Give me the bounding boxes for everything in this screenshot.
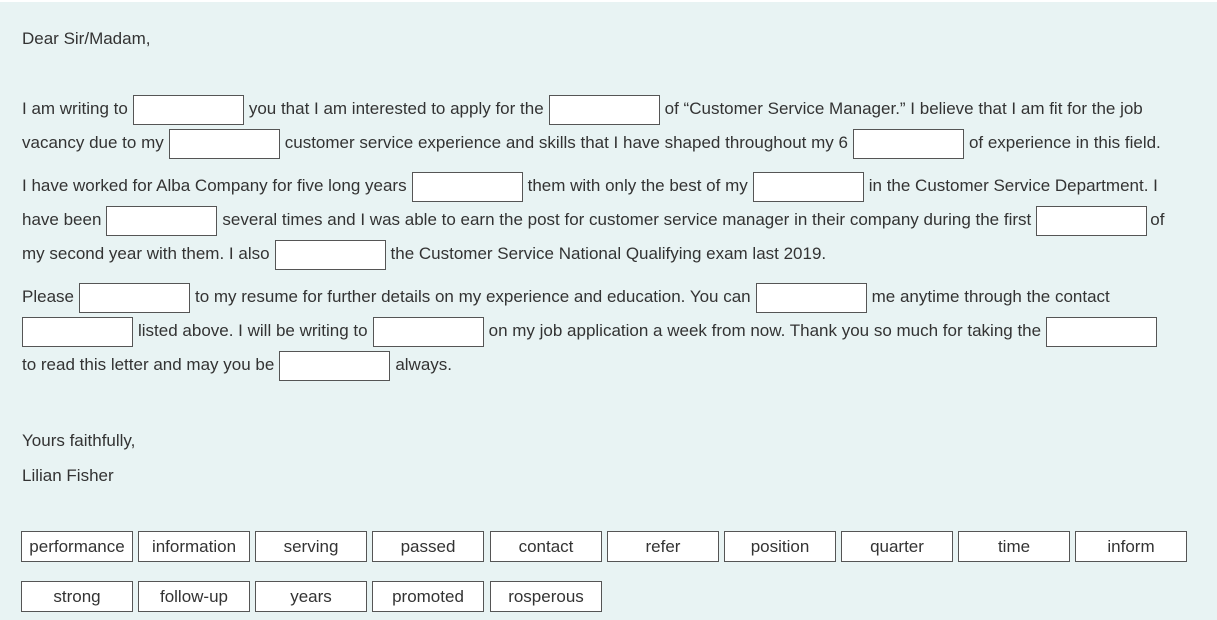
word-chip-rosperous[interactable]: rosperous	[490, 581, 602, 612]
text-segment: in the Customer Service Department. I	[868, 176, 1158, 195]
blank-1[interactable]	[132, 94, 244, 125]
word-chip-refer[interactable]: refer	[607, 531, 719, 562]
paragraph-1-line-2: vacancy due to my customer service experi…	[22, 127, 1161, 159]
text-segment: you that I am interested to apply for th…	[248, 99, 544, 118]
paragraph-2-line-1: I have worked for Alba Company for five …	[22, 170, 1158, 202]
word-chip-inform[interactable]: inform	[1075, 531, 1187, 562]
text-segment: I am writing to	[22, 99, 128, 118]
text-segment: of experience in this field.	[968, 133, 1161, 152]
text-segment: have been	[22, 210, 102, 229]
closing: Yours faithfully,	[22, 431, 136, 450]
paragraph-3-line-3: to read this letter and may you be always…	[22, 349, 452, 381]
paragraph-2-line-2: have been several times and I was able to…	[22, 204, 1164, 236]
blank-7[interactable]	[106, 205, 218, 236]
word-chip-time[interactable]: time	[958, 531, 1070, 562]
text-segment: always.	[395, 355, 452, 374]
paragraph-1-line-1: I am writing to you that I am interested …	[22, 93, 1143, 125]
blank-4[interactable]	[852, 128, 964, 159]
word-chip-follow-up[interactable]: follow-up	[138, 581, 250, 612]
signature: Lilian Fisher	[22, 466, 114, 485]
text-segment: to my resume for further details on my e…	[194, 287, 751, 306]
text-segment: Please	[22, 287, 74, 306]
paragraph-3-line-1: Please to my resume for further details o…	[22, 281, 1110, 313]
blank-13[interactable]	[372, 316, 484, 347]
text-segment: several times and I was able to earn the…	[222, 210, 1032, 229]
text-segment: my second year with them. I also	[22, 244, 270, 263]
blank-12[interactable]	[22, 316, 133, 347]
text-segment: listed above. I will be writing to	[138, 321, 368, 340]
word-chip-passed[interactable]: passed	[372, 531, 484, 562]
text-segment: customer service experience and skills t…	[284, 133, 848, 152]
blank-11[interactable]	[755, 282, 867, 313]
blank-5[interactable]	[411, 171, 523, 202]
text-segment: on my job application a week from now. T…	[488, 321, 1042, 340]
blank-15[interactable]	[279, 350, 391, 381]
blank-6[interactable]	[752, 171, 864, 202]
text-segment: me anytime through the contact	[871, 287, 1110, 306]
text-segment: to read this letter and may you be	[22, 355, 275, 374]
text-segment: them with only the best of my	[527, 176, 748, 195]
word-chip-contact[interactable]: contact	[490, 531, 602, 562]
word-chip-serving[interactable]: serving	[255, 531, 367, 562]
word-chip-position[interactable]: position	[724, 531, 836, 562]
blank-10[interactable]	[78, 282, 190, 313]
word-chip-quarter[interactable]: quarter	[841, 531, 953, 562]
blank-8[interactable]	[1036, 205, 1148, 236]
text-segment: of “Customer Service Manager.” I believe…	[664, 99, 1143, 118]
word-chip-strong[interactable]: strong	[21, 581, 133, 612]
word-chip-promoted[interactable]: promoted	[372, 581, 484, 612]
word-chip-years[interactable]: years	[255, 581, 367, 612]
greeting: Dear Sir/Madam,	[22, 29, 151, 48]
blank-3[interactable]	[168, 128, 280, 159]
word-chip-information[interactable]: information	[138, 531, 250, 562]
text-segment: of	[1150, 210, 1165, 229]
word-chip-performance[interactable]: performance	[21, 531, 133, 562]
blank-2[interactable]	[548, 94, 660, 125]
exercise-panel: Dear Sir/Madam, I am writing to you that …	[0, 2, 1217, 620]
text-segment: I have worked for Alba Company for five …	[22, 176, 407, 195]
text-segment: the Customer Service National Qualifying…	[390, 244, 827, 263]
blank-14[interactable]	[1046, 316, 1158, 347]
paragraph-3-line-2: listed above. I will be writing to on my …	[22, 315, 1162, 347]
blank-9[interactable]	[274, 239, 386, 270]
paragraph-2-line-3: my second year with them. I also the Cust…	[22, 238, 826, 270]
text-segment: vacancy due to my	[22, 133, 164, 152]
